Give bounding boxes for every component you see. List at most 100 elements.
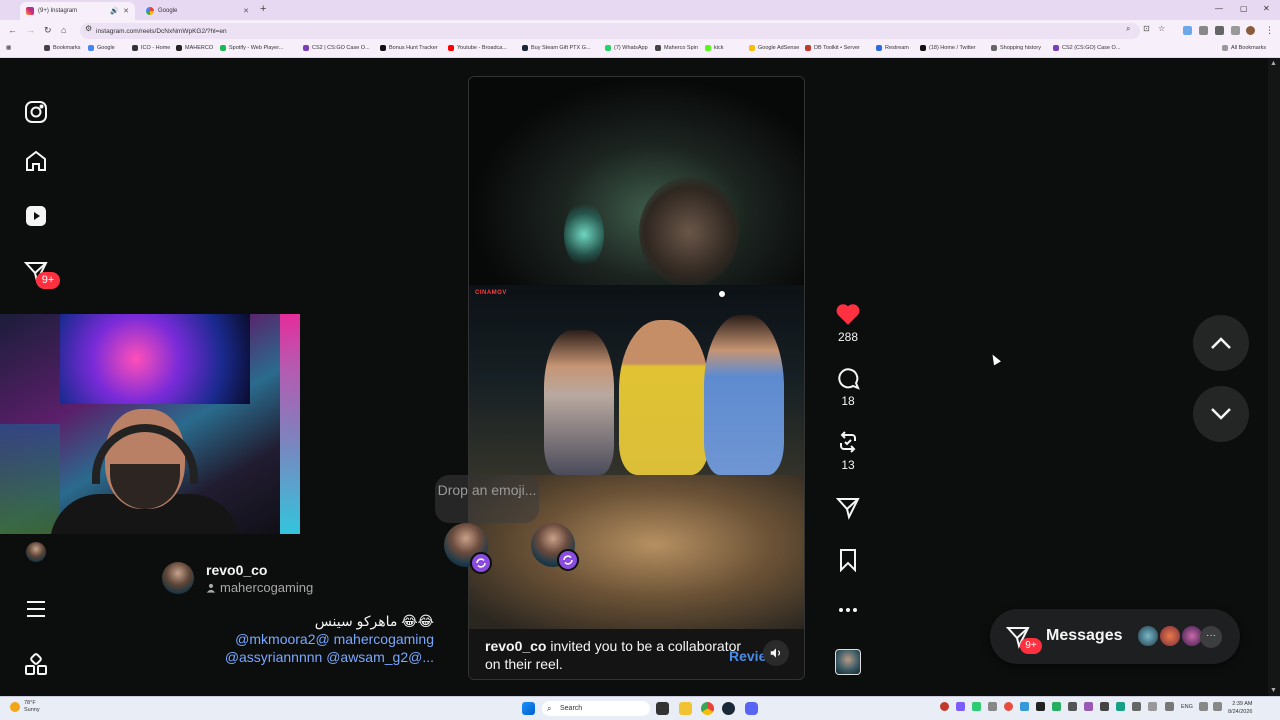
profile-avatar[interactable] xyxy=(1246,26,1255,35)
tray-app-icon[interactable] xyxy=(1116,702,1125,711)
wifi-icon[interactable] xyxy=(1199,702,1208,711)
tray-app-icon[interactable] xyxy=(988,702,997,711)
reload-button[interactable]: ↻ xyxy=(44,25,52,36)
tray-app-icon[interactable] xyxy=(940,702,949,711)
new-tab-button[interactable]: + xyxy=(260,3,266,15)
extension-icon[interactable] xyxy=(1199,26,1208,35)
tab-google[interactable]: Google ✕ xyxy=(140,2,255,20)
author-collaborator[interactable]: mahercogaming xyxy=(206,580,313,595)
caption-mentions[interactable]: @assyriannnnn @awsam_g2@... xyxy=(150,648,434,666)
volume-icon[interactable] xyxy=(1213,702,1222,711)
tab-instagram[interactable]: (9+) Instagram 🔊 ✕ xyxy=(20,2,135,20)
audio-thumbnail[interactable] xyxy=(835,649,861,675)
bookmark-item[interactable]: Spotify - Web Player... xyxy=(220,45,283,51)
reels-nav-icon[interactable] xyxy=(22,202,50,230)
repost-button[interactable]: 13 xyxy=(828,430,868,472)
url-input[interactable]: instagram.com/reels/DcNxNmWpKG2/?hl=en xyxy=(80,23,1140,39)
share-button[interactable] xyxy=(828,496,868,520)
language-indicator[interactable]: ENG xyxy=(1181,704,1193,710)
taskbar-search[interactable]: ⌕ Search xyxy=(542,701,650,716)
speaker-icon[interactable]: 🔊 xyxy=(110,7,119,15)
chrome-icon[interactable] xyxy=(701,702,714,715)
bookmark-item[interactable]: ICO - Home xyxy=(132,45,170,51)
close-tab-icon[interactable]: ✕ xyxy=(243,7,249,15)
zoom-icon[interactable]: ⌕ xyxy=(1126,24,1130,34)
next-reel-button[interactable] xyxy=(1193,386,1249,442)
start-windows-icon[interactable] xyxy=(522,702,535,715)
clock[interactable]: 2:39 AM 8/24/2026 xyxy=(1228,700,1252,716)
home-nav-icon[interactable] xyxy=(22,147,50,175)
back-button[interactable]: ← xyxy=(8,25,17,35)
tray-app-icon[interactable] xyxy=(1132,702,1141,711)
tray-app-icon[interactable] xyxy=(972,702,981,711)
profile-avatar[interactable] xyxy=(26,542,46,562)
more-menu-icon[interactable] xyxy=(22,595,50,623)
bookmark-item[interactable]: Buy Steam Gift PTX G... xyxy=(522,45,591,51)
bookmark-item[interactable]: Google xyxy=(88,45,115,51)
weather-widget[interactable]: 78°F Sunny xyxy=(10,700,40,714)
tray-app-icon[interactable] xyxy=(1068,702,1077,711)
bookmark-item[interactable]: MAHERCO xyxy=(176,45,213,51)
bookmark-label: Spotify - Web Player... xyxy=(229,45,284,51)
tray-app-icon[interactable] xyxy=(956,702,965,711)
author-avatar[interactable] xyxy=(162,562,194,594)
tray-app-icon[interactable] xyxy=(1036,702,1045,711)
reel-video[interactable]: CINAMOV revo0_co invited you to be a col… xyxy=(468,76,805,680)
menu-icon[interactable]: ⋮ xyxy=(1265,25,1274,36)
minimize-button[interactable]: — xyxy=(1215,4,1223,13)
microphone-icon[interactable] xyxy=(1165,702,1174,711)
bookmark-item[interactable]: Google AdSense xyxy=(749,45,799,51)
page-scrollbar[interactable]: ▲ ▼ xyxy=(1268,58,1280,696)
like-button[interactable]: 288 xyxy=(828,302,868,344)
chevron-up-icon[interactable] xyxy=(1148,702,1157,711)
extensions-puzzle-icon[interactable] xyxy=(1215,26,1224,35)
tray-app-icon[interactable] xyxy=(1084,702,1093,711)
review-button[interactable]: Revie xyxy=(729,648,766,664)
sidebar-icon[interactable] xyxy=(1231,26,1240,35)
author-username[interactable]: revo0_co xyxy=(206,562,267,578)
maximize-button[interactable]: ▢ xyxy=(1240,4,1248,13)
bookmark-item[interactable]: DB Toolkit • Server xyxy=(805,45,860,51)
site-info-icon[interactable]: ⚙ xyxy=(85,24,92,33)
save-button[interactable] xyxy=(828,548,868,572)
also-from-meta-icon[interactable] xyxy=(22,651,50,679)
speaker-icon xyxy=(770,648,781,658)
bookmark-item[interactable]: (7) WhatsApp xyxy=(605,45,648,51)
extension-icon[interactable] xyxy=(1183,26,1192,35)
task-view-icon[interactable] xyxy=(656,702,669,715)
file-explorer-icon[interactable] xyxy=(679,702,692,715)
sound-toggle-button[interactable] xyxy=(763,640,789,666)
bookmark-item[interactable]: kick xyxy=(705,45,723,51)
bookmark-item[interactable]: Bonus Hunt Tracker xyxy=(380,45,438,51)
bookmark-item[interactable]: CS2 (CS:GO) Case O... xyxy=(1053,45,1120,51)
reel-caption: ماهركو سينس 😂😂 @mkmoora2@ mahercogaming … xyxy=(150,612,434,666)
tray-app-icon[interactable] xyxy=(1020,702,1029,711)
all-bookmarks-link[interactable]: All Bookmarks xyxy=(1222,45,1266,51)
install-app-icon[interactable]: ⊡ xyxy=(1143,24,1150,33)
bookmark-item[interactable]: Youtube - Broadca... xyxy=(448,45,507,51)
bookmark-item[interactable]: Shopping history xyxy=(991,45,1041,51)
tray-app-icon[interactable] xyxy=(1052,702,1061,711)
caption-mentions[interactable]: @mkmoora2@ mahercogaming xyxy=(150,630,434,648)
steam-icon[interactable] xyxy=(722,702,735,715)
previous-reel-button[interactable] xyxy=(1193,315,1249,371)
discord-icon[interactable] xyxy=(745,702,758,715)
bookmark-item[interactable]: Bookmarks xyxy=(44,45,81,51)
bookmark-item[interactable]: (18) Home / Twitter xyxy=(920,45,976,51)
bookmark-item[interactable]: Maherco Spin xyxy=(655,45,698,51)
more-options-button[interactable] xyxy=(828,600,868,620)
bookmark-item[interactable]: CS2 | CS:GO Case O... xyxy=(303,45,370,51)
tray-app-icon[interactable] xyxy=(1004,702,1013,711)
drop-emoji-bubble[interactable]: Drop an emoji... xyxy=(435,475,539,523)
close-tab-icon[interactable]: ✕ xyxy=(123,7,129,15)
bookmark-item[interactable]: Restream xyxy=(876,45,909,51)
tray-app-icon[interactable] xyxy=(1100,702,1109,711)
star-icon[interactable]: ☆ xyxy=(1158,24,1165,33)
forward-button[interactable]: → xyxy=(26,25,35,35)
comment-button[interactable]: 18 xyxy=(828,366,868,408)
home-icon[interactable]: ⌂ xyxy=(61,25,66,35)
more-messages-icon[interactable]: ··· xyxy=(1200,626,1222,648)
instagram-logo-icon[interactable] xyxy=(22,98,50,126)
apps-icon[interactable]: ▦ xyxy=(6,45,11,51)
close-window-button[interactable]: ✕ xyxy=(1263,4,1270,13)
